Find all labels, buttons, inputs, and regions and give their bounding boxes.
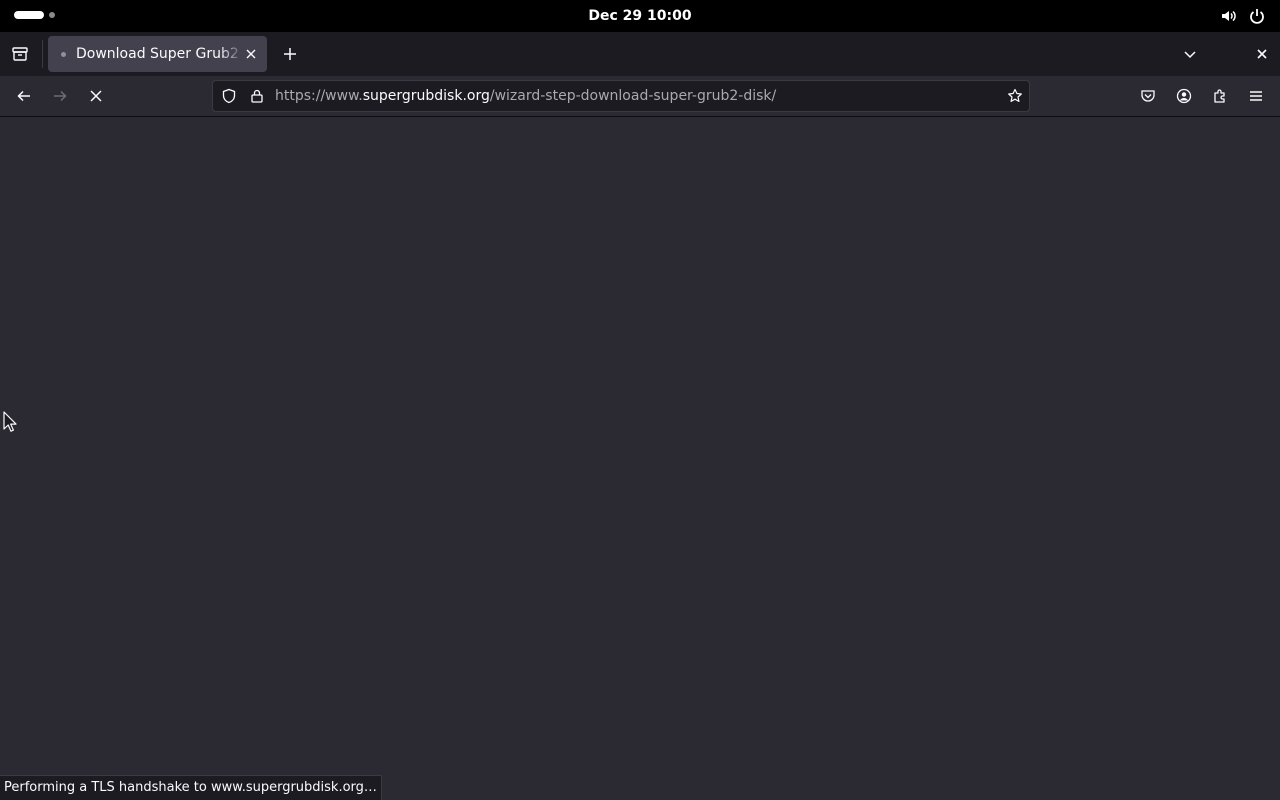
- tab-overview-icon[interactable]: [8, 42, 32, 66]
- status-panel: Performing a TLS handshake to www.superg…: [0, 775, 382, 800]
- forward-arrow-icon[interactable]: [48, 84, 72, 108]
- account-icon[interactable]: [1172, 84, 1196, 108]
- tab-title: Download Super Grub2 Disk: [76, 46, 244, 62]
- tab-separator: [42, 40, 43, 68]
- url-path: /wizard-step-download-super-grub2-disk/: [489, 88, 777, 104]
- tab-strip: Download Super Grub2 Disk: [0, 32, 1280, 76]
- tracking-protection-shield-icon[interactable]: [221, 88, 237, 108]
- window-close-icon[interactable]: [1252, 44, 1272, 64]
- tab-active[interactable]: Download Super Grub2 Disk: [48, 36, 267, 72]
- list-all-tabs-chevron-icon[interactable]: [1180, 44, 1200, 64]
- toolbar-right-buttons: [1136, 84, 1268, 108]
- clock[interactable]: Dec 29 10:00: [0, 0, 1280, 32]
- menu-icon[interactable]: [1244, 84, 1268, 108]
- volume-icon[interactable]: [1220, 7, 1238, 25]
- loading-favicon-icon: [61, 52, 66, 57]
- new-tab-button[interactable]: [280, 44, 300, 64]
- url-text[interactable]: https://www.supergrubdisk.org/wizard-ste…: [275, 81, 776, 111]
- mouse-cursor-icon: [3, 411, 17, 437]
- bookmark-star-icon[interactable]: [1007, 88, 1023, 108]
- page-content-area[interactable]: [0, 117, 1280, 800]
- navigation-toolbar: https://www.supergrubdisk.org/wizard-ste…: [0, 76, 1280, 117]
- lock-icon[interactable]: [249, 88, 265, 108]
- url-host: supergrubdisk.org: [362, 88, 490, 104]
- back-arrow-icon[interactable]: [12, 84, 36, 108]
- pocket-icon[interactable]: [1136, 84, 1160, 108]
- tab-close-icon[interactable]: [243, 46, 259, 62]
- system-top-bar: Dec 29 10:00: [0, 0, 1280, 32]
- extensions-icon[interactable]: [1208, 84, 1232, 108]
- url-prefix: https://www.: [275, 88, 363, 104]
- system-status-area[interactable]: [1220, 7, 1266, 25]
- url-bar[interactable]: https://www.supergrubdisk.org/wizard-ste…: [212, 80, 1030, 112]
- stop-loading-icon[interactable]: [84, 84, 108, 108]
- power-icon[interactable]: [1248, 7, 1266, 25]
